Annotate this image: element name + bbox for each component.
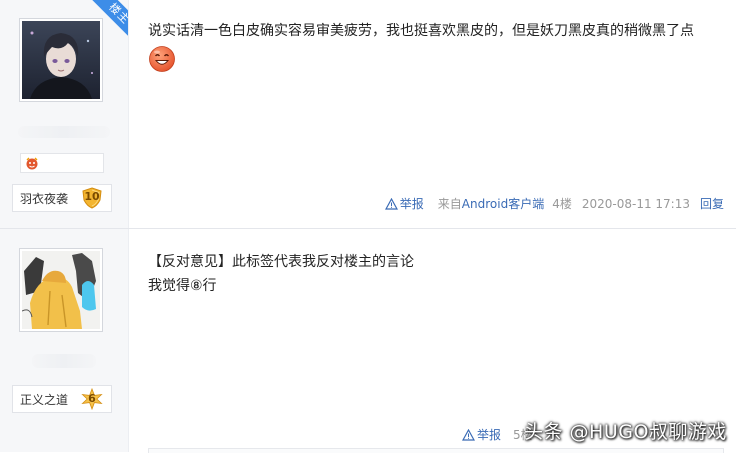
user-title-text: 羽衣夜袭 [20, 191, 69, 206]
source-prefix: 来自 [437, 197, 462, 211]
avatar-image-sketch [22, 251, 100, 329]
floor-number: 4楼 [552, 197, 572, 211]
post-content: 说实话清一色白皮确实容易审美疲劳，我也挺喜欢黑皮的，但是妖刀黑皮真的稍微黑了点 [148, 19, 694, 73]
username-blurred [18, 126, 110, 138]
watermark: 头条 @HUGO叔聊游戏 [524, 421, 727, 443]
report-button[interactable]: 举报 [462, 426, 501, 443]
post-floor-4: 楼主 羽衣夜袭 10 说实话清一色白皮确实容易审美疲劳，我也挺喜欢黑皮的，但是妖… [0, 0, 736, 229]
report-warning-icon [462, 428, 475, 441]
author-sidebar: 正义之道 6 [0, 229, 129, 452]
small-emoji-icon [26, 157, 38, 170]
post-text-line: 我觉得⑧行 [148, 278, 217, 294]
user-badge-box [20, 153, 104, 173]
post-text-line: 【反对意见】此标签代表我反对楼主的言论 [148, 254, 414, 270]
post-content: 【反对意见】此标签代表我反对楼主的言论 我觉得⑧行 [148, 250, 414, 298]
post-footer: 举报 来自Android客户端 4楼 2020-08-11 17:13 回复 [384, 195, 724, 212]
username-blurred [32, 354, 96, 368]
post-footer: 举报 5楼 [462, 426, 533, 443]
author-avatar[interactable] [19, 248, 103, 332]
laughing-emoji-icon [149, 46, 175, 72]
post-source: 来自Android客户端 [438, 195, 544, 212]
level-badge: 6 [81, 388, 103, 410]
reply-panel-edge [148, 448, 724, 453]
level-badge: 10 [81, 187, 103, 209]
source-client-link[interactable]: Android客户端 [462, 197, 544, 211]
report-warning-icon [384, 197, 398, 210]
user-title-text: 正义之道 [20, 392, 69, 407]
post-time: 2020-08-11 17:13 [581, 196, 690, 211]
author-sidebar: 楼主 羽衣夜袭 10 [0, 0, 129, 228]
report-label: 举报 [477, 428, 502, 442]
reply-button[interactable]: 回复 [700, 195, 724, 212]
report-button[interactable]: 举报 [384, 195, 424, 212]
user-title-badge[interactable]: 正义之道 6 [12, 385, 112, 413]
owner-badge-label: 楼主 [88, 0, 128, 40]
post-text-line: 说实话清一色白皮确实容易审美疲劳，我也挺喜欢黑皮的，但是妖刀黑皮真的稍微黑了点 [148, 23, 694, 39]
report-label: 举报 [399, 197, 424, 211]
user-title-badge[interactable]: 羽衣夜袭 10 [12, 184, 112, 212]
level-number: 10 [84, 190, 100, 203]
level-number: 6 [88, 392, 96, 405]
thread-owner-badge: 楼主 [88, 0, 128, 40]
